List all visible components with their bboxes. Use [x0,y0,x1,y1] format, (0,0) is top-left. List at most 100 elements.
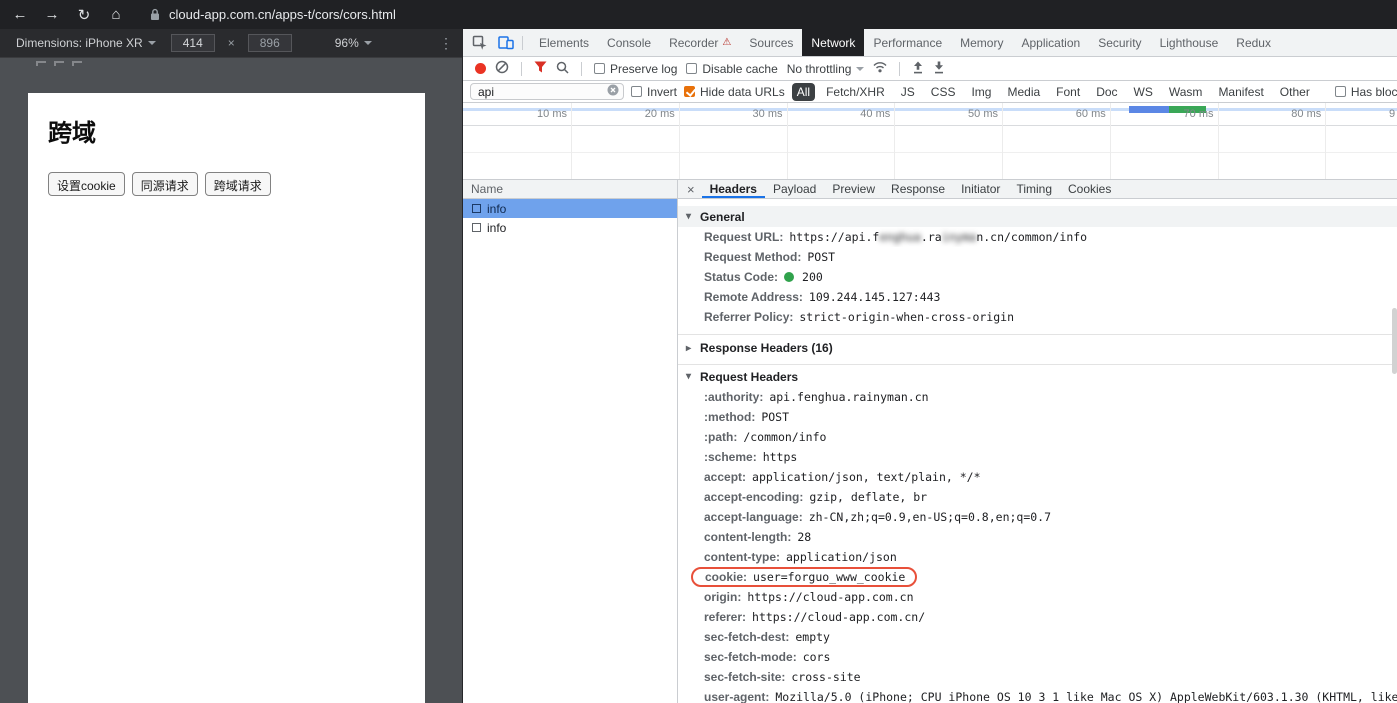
page-button[interactable]: 同源请求 [131,172,198,196]
export-har-icon[interactable] [933,61,945,77]
devtools-tab-label: Console [607,35,652,50]
has-blocked-cookies-checkbox[interactable]: Has blocked cookies [1334,85,1397,99]
devtools-tab-label: Recorder [669,35,719,50]
header-name: accept-encoding: [704,490,804,504]
filter-type-chip[interactable]: Manifest [1213,83,1268,101]
devtools-tab[interactable]: Network ⚠ [802,29,865,56]
devtools-tab-label: Memory [960,35,1004,50]
device-type-select[interactable]: Dimensions: iPhone XR [16,36,156,50]
header-name: sec-fetch-mode: [704,650,797,664]
more-options-icon[interactable]: ⋮ [439,35,453,52]
requests-name-header[interactable]: Name [463,180,677,199]
hide-data-urls-checkbox[interactable]: Hide data URLs [684,85,785,99]
clear-filter-icon[interactable] [607,84,619,99]
details-tab[interactable]: Payload [765,180,824,198]
record-icon[interactable] [475,63,486,74]
filter-type-chip[interactable]: Doc [1091,83,1122,101]
filter-type-chip[interactable]: CSS [926,83,961,101]
section-divider [678,327,1397,335]
forward-icon[interactable]: → [36,6,68,23]
request-headers-section-header[interactable]: ▾ Request Headers [678,366,1397,387]
timeline-tick-label: 30 ms [752,108,783,120]
disable-cache-checkbox[interactable]: Disable cache [686,61,778,76]
chevron-down-icon [363,41,372,45]
details-tabs: Headers Payload Preview Response Initiat… [702,180,1120,198]
filter-type-chip[interactable]: JS [896,83,920,101]
redacted-text: inyma [941,230,977,244]
response-headers-title: Response Headers (16) [700,341,833,355]
details-tab[interactable]: Cookies [1060,180,1119,198]
disable-cache-label: Disable cache [702,61,778,76]
address-bar-url[interactable]: cloud-app.com.cn/apps-t/cors/cors.html [169,7,396,22]
filter-type-chip[interactable]: Media [1002,83,1045,101]
request-row[interactable]: info [463,218,677,237]
search-icon[interactable] [556,61,569,77]
home-icon[interactable]: ⌂ [100,6,132,23]
dimensions-times-separator: × [227,36,235,50]
network-main-area: Name info info × Headers Payload Preview… [463,180,1397,703]
filter-type-chip[interactable]: Font [1051,83,1085,101]
filter-type-chip[interactable]: All [791,82,816,101]
viewport-width-input[interactable]: 414 [170,34,215,52]
devtools-tab[interactable]: Console ⚠ [598,29,660,56]
filter-type-chip[interactable]: Fetch/XHR [821,83,890,101]
devtools-tab[interactable]: Elements ⚠ [530,29,598,56]
filter-icon[interactable] [534,61,547,76]
browser-toolbar: ← → ↻ ⌂ cloud-app.com.cn/apps-t/cors/cor… [0,0,1397,29]
devtools-tab[interactable]: Lighthouse ⚠ [1151,29,1228,56]
devtools-tab[interactable]: Performance ⚠ [864,29,951,56]
import-har-icon[interactable] [912,61,924,77]
devtools-tab[interactable]: Security ⚠ [1089,29,1150,56]
request-row[interactable]: info [463,199,677,218]
filter-input[interactable]: api [470,83,624,100]
page-button[interactable]: 跨域请求 [204,172,271,196]
details-tab[interactable]: Initiator [953,180,1008,198]
checkbox-icon [686,63,698,74]
header-name: Remote Address: [704,290,803,304]
devtools-tab[interactable]: Redux ⚠ [1227,29,1280,56]
preserve-log-checkbox[interactable]: Preserve log [594,62,677,76]
filter-type-chip[interactable]: Img [966,83,996,101]
devtools-tab[interactable]: Sources ⚠ [740,29,802,56]
header-item: accept-language: zh-CN,zh;q=0.9,en-US;q=0… [678,507,1397,527]
network-conditions-icon[interactable] [873,61,887,76]
header-value: application/json [786,550,897,564]
lock-icon[interactable] [150,8,160,21]
devtools-tab-label: Application [1021,35,1081,50]
header-value: empty [795,630,830,644]
device-toolbar-toggle-icon[interactable] [493,29,519,56]
scrollbar-thumb[interactable] [1392,308,1397,374]
request-name: info [487,201,507,216]
header-item: :method: POST [678,407,1397,427]
page-button[interactable]: 设置cookie [48,172,125,196]
details-tab[interactable]: Timing [1008,180,1060,198]
filter-type-chip[interactable]: Other [1275,83,1315,101]
header-item: accept-encoding: gzip, deflate, br [678,487,1397,507]
filter-type-chip[interactable]: Wasm [1164,83,1208,101]
filter-type-chip[interactable]: WS [1129,83,1158,101]
devtools-tab[interactable]: Memory ⚠ [951,29,1012,56]
clear-icon[interactable] [495,60,509,77]
devtools-tab[interactable]: Recorder ⚠ [660,29,740,56]
header-name: Status Code: [704,270,779,284]
highlight-annotation: cookie: user=forguo_www_cookie [691,567,918,587]
general-section-header[interactable]: ▾ General [678,206,1397,227]
header-name: Request Method: [704,250,802,264]
devtools-tab[interactable]: Application ⚠ [1012,29,1089,56]
details-tab[interactable]: Headers [702,180,765,198]
network-overview-timeline[interactable]: 10 ms 20 ms 30 ms 40 ms 50 ms 60 ms 70 ms 80 ms… [463,103,1397,180]
viewport-height-input[interactable]: 896 [247,34,292,52]
details-tab[interactable]: Preview [824,180,883,198]
header-value: /common/info [743,430,827,444]
back-icon[interactable]: ← [4,6,36,23]
header-value: POST [807,250,836,264]
throttling-select[interactable]: No throttling [787,62,865,76]
response-headers-section-header[interactable]: ▸ Response Headers (16) [678,336,1397,360]
invert-checkbox[interactable]: Invert [631,85,677,99]
close-icon[interactable]: × [680,180,702,198]
zoom-select[interactable]: 96% [335,36,372,50]
inspect-element-icon[interactable] [467,29,493,56]
reload-icon[interactable]: ↻ [68,6,100,24]
separator [522,35,523,50]
details-tab[interactable]: Response [883,180,953,198]
